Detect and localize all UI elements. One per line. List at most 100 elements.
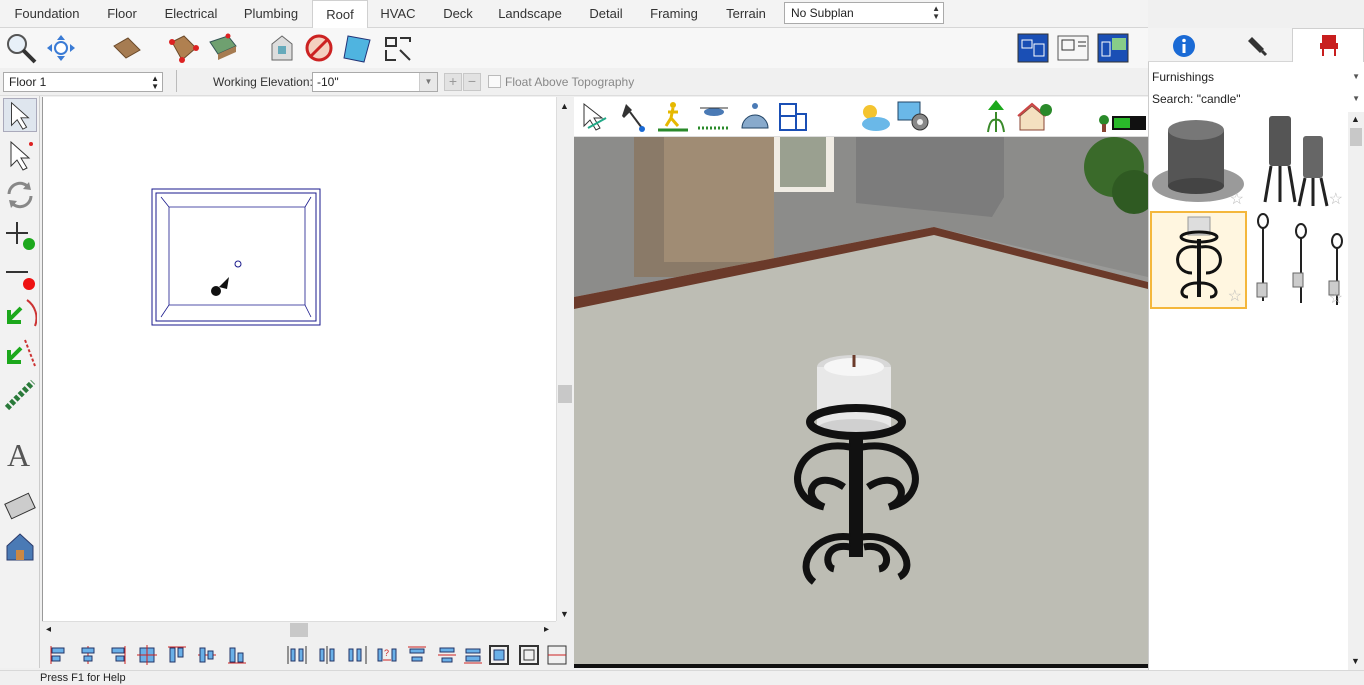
minus-button[interactable]: − — [463, 73, 481, 91]
align-edge-icon[interactable] — [546, 644, 568, 666]
layout-view-icon[interactable] — [1056, 32, 1090, 64]
floor-plan-view[interactable] — [42, 97, 556, 621]
camera-3d-view[interactable] — [574, 137, 1148, 668]
align-bottom-icon[interactable] — [226, 644, 248, 666]
candle-symbol[interactable] — [234, 260, 242, 268]
select-edit-arrow-icon[interactable] — [3, 138, 37, 172]
delete-point-icon[interactable] — [3, 258, 37, 292]
break-line-icon[interactable] — [3, 298, 37, 332]
chevron-down-icon[interactable]: ▼ — [419, 73, 437, 91]
candle-pillar-thumb[interactable]: ☆ — [1150, 112, 1247, 210]
tab-library[interactable] — [1292, 28, 1364, 62]
plus-button[interactable]: + — [444, 73, 462, 91]
stack-middle-icon[interactable] — [436, 644, 458, 666]
nested-frame-icon[interactable] — [518, 644, 540, 666]
film-strip-icon[interactable] — [3, 490, 37, 524]
house-landscape-icon[interactable] — [1016, 98, 1054, 134]
distribute-space-icon[interactable] — [346, 644, 368, 666]
camera-view-icon[interactable] — [1096, 32, 1130, 64]
working-elevation-input[interactable]: -10" ▼ — [312, 72, 438, 92]
align-center-icon[interactable] — [77, 644, 99, 666]
scroll-thumb[interactable] — [1350, 128, 1362, 146]
library-scrollbar[interactable]: ▲ ▼ — [1348, 112, 1364, 670]
tab-deck[interactable]: Deck — [434, 0, 482, 28]
plant-up-icon[interactable] — [978, 98, 1014, 134]
plan-horizontal-scrollbar[interactable]: ◂ ▸ — [42, 621, 556, 638]
zoom-icon[interactable] — [4, 32, 38, 64]
candle-holder-scroll-thumb[interactable]: ☆ — [1150, 211, 1247, 309]
tab-electrical[interactable]: Electrical — [156, 0, 226, 28]
tab-landscape[interactable]: Landscape — [492, 0, 568, 28]
pen-icon — [1248, 37, 1268, 57]
align-left-icon[interactable] — [48, 644, 70, 666]
scroll-down-icon[interactable]: ▼ — [1351, 656, 1360, 666]
distribute-center-icon[interactable] — [316, 644, 338, 666]
align-middle-icon[interactable] — [196, 644, 218, 666]
scroll-up-icon[interactable]: ▲ — [1351, 114, 1360, 124]
tab-framing[interactable]: Framing — [642, 0, 706, 28]
tab-terrain[interactable]: Terrain — [716, 0, 776, 28]
dollhouse-icon[interactable] — [738, 100, 772, 134]
library-category-select[interactable]: Furnishings ▼ — [1150, 68, 1364, 88]
skylight-icon[interactable] — [340, 32, 374, 64]
build-roof-icon[interactable] — [206, 32, 240, 64]
favorite-star-icon[interactable]: ☆ — [1230, 192, 1244, 208]
scroll-left-icon[interactable]: ◂ — [46, 624, 51, 635]
select-arrow-icon[interactable] — [3, 98, 37, 132]
floor-select[interactable]: Floor 1 ▲ ▼ — [3, 72, 163, 92]
add-point-icon[interactable] — [3, 218, 37, 252]
aerial-view-icon[interactable] — [696, 100, 732, 134]
rotate-icon[interactable] — [3, 178, 37, 212]
stack-bottom-icon[interactable] — [462, 644, 484, 666]
plan-vertical-scrollbar[interactable]: ▲ ▼ — [556, 97, 573, 621]
tab-pen[interactable] — [1220, 28, 1292, 62]
favorite-star-icon[interactable]: ☆ — [1329, 192, 1343, 208]
camera-position-icon[interactable] — [211, 286, 221, 296]
scroll-right-icon[interactable]: ▸ — [544, 624, 549, 635]
tab-roof[interactable]: Roof — [312, 0, 368, 29]
roof-edge-icon[interactable] — [166, 32, 200, 64]
center-both-icon[interactable] — [136, 644, 158, 666]
pan-hand-icon[interactable] — [44, 32, 78, 64]
floor-plan-view-icon[interactable] — [1016, 32, 1050, 64]
candle-stakes-thumb[interactable]: ☆ — [1249, 211, 1346, 309]
space-evenly-icon[interactable]: ? — [376, 644, 398, 666]
stack-top-icon[interactable] — [406, 644, 428, 666]
scroll-down-icon[interactable]: ▼ — [560, 609, 569, 619]
library-search[interactable]: Search: "candle" ▼ — [1150, 90, 1364, 110]
sun-weather-icon[interactable] — [856, 100, 892, 134]
eyedropper-icon[interactable] — [618, 100, 648, 134]
spinner-icon: ▲ ▼ — [932, 4, 940, 21]
tab-plumbing[interactable]: Plumbing — [236, 0, 306, 28]
join-line-icon[interactable] — [3, 338, 37, 372]
tab-info[interactable] — [1148, 28, 1220, 62]
subplan-select[interactable]: No Subplan ▲ ▼ — [784, 2, 944, 24]
no-roof-icon[interactable] — [302, 32, 336, 64]
candle-lanterns-thumb[interactable]: ☆ — [1249, 112, 1346, 210]
scroll-thumb[interactable] — [558, 385, 572, 403]
distribute-h-icon[interactable] — [286, 644, 308, 666]
tab-hvac[interactable]: HVAC — [372, 0, 424, 28]
chain-icon[interactable] — [3, 378, 37, 412]
roof-plane-icon[interactable] — [110, 32, 144, 64]
float-above-checkbox[interactable] — [488, 75, 501, 88]
select-3d-icon[interactable] — [580, 100, 610, 134]
frame-icon[interactable] — [488, 644, 510, 666]
favorite-star-icon[interactable]: ☆ — [1228, 289, 1242, 305]
dormer-icon[interactable] — [266, 32, 300, 64]
tab-floor[interactable]: Floor — [94, 0, 150, 28]
house-icon[interactable] — [3, 530, 37, 564]
backdrop-slider[interactable] — [1096, 112, 1148, 134]
roof-tools-icon[interactable] — [382, 32, 416, 64]
text-icon[interactable]: A — [3, 436, 37, 470]
scroll-up-icon[interactable]: ▲ — [560, 101, 569, 111]
tab-detail[interactable]: Detail — [580, 0, 632, 28]
walkthrough-icon[interactable] — [656, 100, 690, 134]
render-settings-icon[interactable] — [896, 100, 932, 134]
tab-foundation[interactable]: Foundation — [2, 0, 92, 28]
scroll-thumb[interactable] — [290, 623, 308, 637]
favorite-star-icon[interactable]: ☆ — [1329, 291, 1343, 307]
floor-overview-icon[interactable] — [776, 100, 810, 134]
align-right-icon[interactable] — [106, 644, 128, 666]
align-top-icon[interactable] — [166, 644, 188, 666]
